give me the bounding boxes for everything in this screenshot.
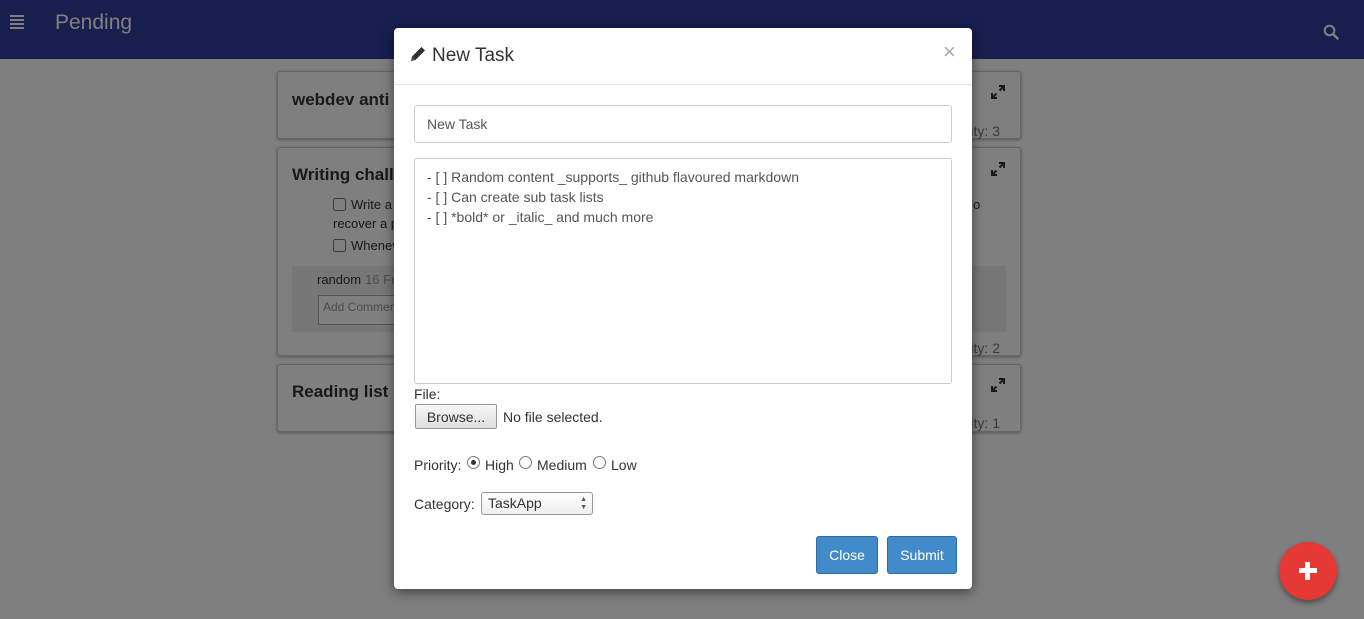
browse-button[interactable]: Browse... bbox=[415, 404, 497, 429]
file-label: File: bbox=[414, 386, 441, 402]
new-task-modal: New Task × - [ ] Random content _support… bbox=[394, 28, 972, 589]
modal-header: New Task × bbox=[394, 28, 972, 85]
modal-title: New Task bbox=[432, 45, 515, 66]
task-title-input[interactable] bbox=[414, 105, 952, 143]
add-task-button[interactable] bbox=[1279, 542, 1337, 600]
file-status: No file selected. bbox=[503, 409, 603, 425]
category-selected-value: TaskApp bbox=[488, 495, 542, 511]
category-select[interactable]: TaskApp ▲ ▼ bbox=[481, 492, 593, 515]
select-arrows-icon: ▲ ▼ bbox=[580, 496, 587, 511]
task-description-textarea[interactable]: - [ ] Random content _supports_ github f… bbox=[414, 158, 952, 384]
priority-high-radio[interactable] bbox=[467, 456, 480, 469]
category-label: Category: bbox=[414, 496, 475, 512]
priority-low-label: Low bbox=[611, 457, 637, 473]
close-button[interactable]: Close bbox=[816, 536, 878, 574]
priority-label: Priority: bbox=[414, 457, 462, 473]
pencil-icon bbox=[411, 47, 425, 61]
priority-medium-label: Medium bbox=[537, 457, 587, 473]
submit-button[interactable]: Submit bbox=[887, 536, 957, 574]
priority-medium-radio[interactable] bbox=[519, 456, 532, 469]
close-icon[interactable]: × bbox=[943, 40, 956, 64]
priority-low-radio[interactable] bbox=[593, 456, 606, 469]
priority-high-label: High bbox=[485, 457, 514, 473]
